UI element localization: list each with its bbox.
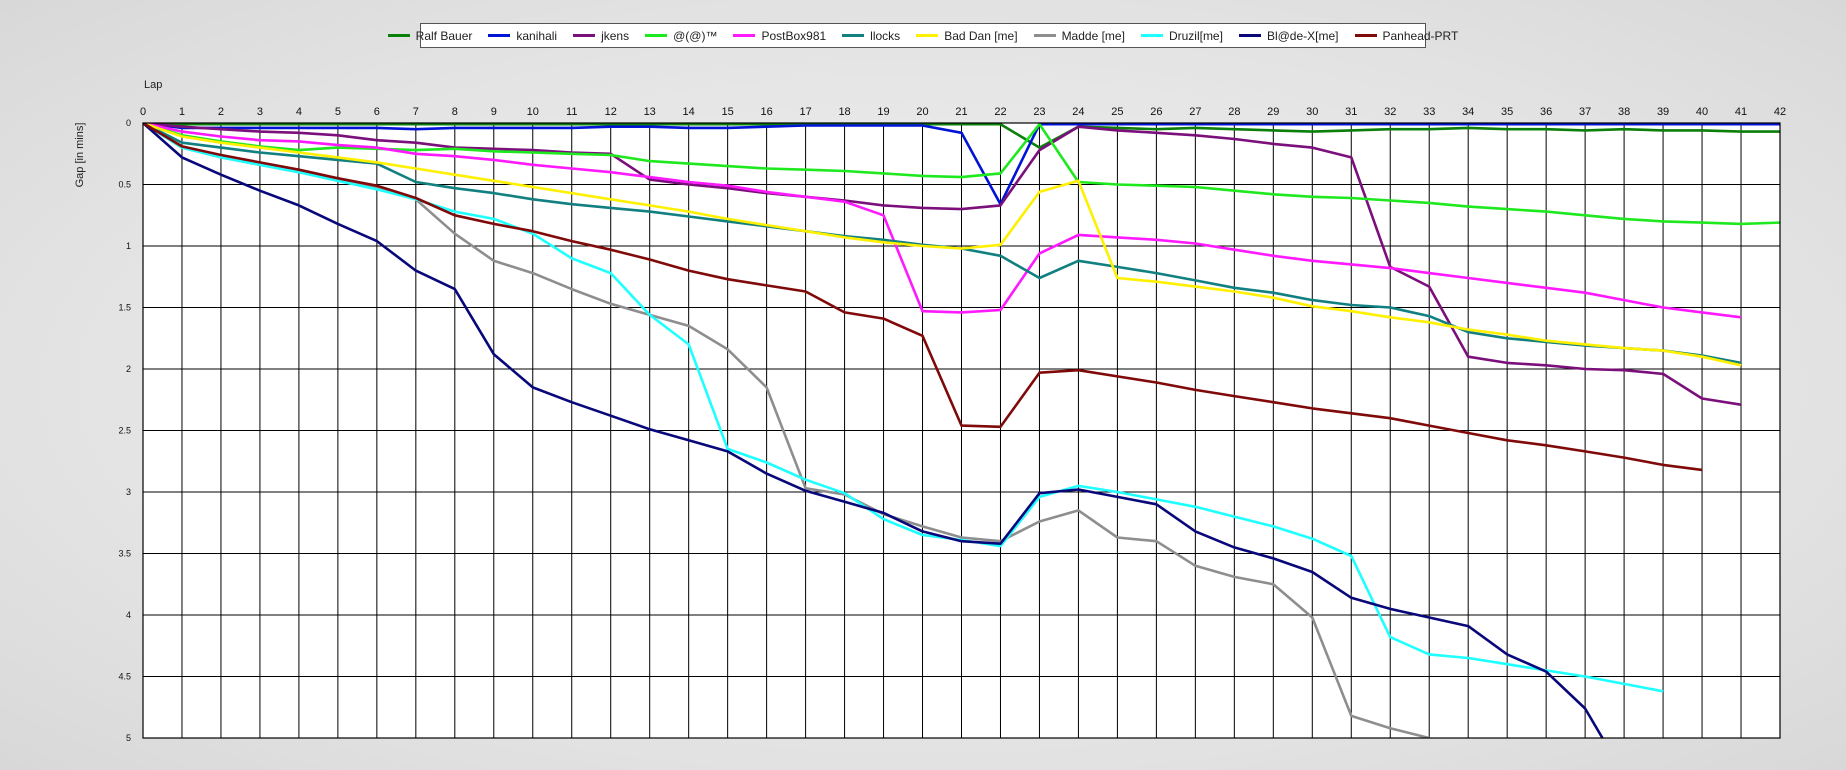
x-tick-label: 41 bbox=[1735, 106, 1747, 118]
y-tick-label: 0.5 bbox=[118, 180, 131, 190]
y-axis-label: Gap [in mins] bbox=[74, 123, 86, 188]
x-tick-label: 22 bbox=[994, 106, 1006, 118]
x-tick-label: 1 bbox=[179, 106, 185, 118]
grid bbox=[142, 122, 1781, 739]
x-tick-label: 15 bbox=[722, 106, 734, 118]
x-tick-label: 30 bbox=[1306, 106, 1318, 118]
x-tick-label: 40 bbox=[1696, 106, 1708, 118]
y-tick-label: 5 bbox=[126, 733, 131, 743]
x-tick-label: 0 bbox=[140, 106, 146, 118]
x-tick-label: 33 bbox=[1423, 106, 1435, 118]
x-tick-label: 34 bbox=[1462, 106, 1474, 118]
x-tick-label: 16 bbox=[760, 106, 772, 118]
x-tick-label: 17 bbox=[799, 106, 811, 118]
x-tick-label: 10 bbox=[527, 106, 539, 118]
x-tick-label: 2 bbox=[218, 106, 224, 118]
x-tick-label: 5 bbox=[335, 106, 341, 118]
x-tick-label: 3 bbox=[257, 106, 263, 118]
x-tick-label: 29 bbox=[1267, 106, 1279, 118]
x-tick-label: 23 bbox=[1033, 106, 1045, 118]
x-tick-label: 8 bbox=[452, 106, 458, 118]
y-tick-label: 4.5 bbox=[118, 672, 131, 682]
x-tick-label: 37 bbox=[1579, 106, 1591, 118]
x-tick-label: 19 bbox=[877, 106, 889, 118]
y-tick-label: 3 bbox=[126, 487, 131, 497]
x-tick-label: 18 bbox=[838, 106, 850, 118]
line-chart: 0 1 2 3 4 5 6 7 8 9 10 11 12 13 14 15 16 17 18 19 20 21 22 23 24… bbox=[74, 79, 1786, 743]
x-tick-label: 25 bbox=[1111, 106, 1123, 118]
x-tick-label: 7 bbox=[413, 106, 419, 118]
x-tick-label: 24 bbox=[1072, 106, 1084, 118]
x-tick-label: 39 bbox=[1657, 106, 1669, 118]
x-tick-label: 11 bbox=[566, 106, 577, 118]
x-tick-label: 32 bbox=[1384, 106, 1396, 118]
x-tick-label: 28 bbox=[1228, 106, 1240, 118]
x-tick-label: 27 bbox=[1189, 106, 1201, 118]
x-tick-label: 35 bbox=[1501, 106, 1513, 118]
x-tick-label: 14 bbox=[683, 106, 695, 118]
x-axis-label: Lap bbox=[144, 79, 162, 91]
x-tick-label: 26 bbox=[1150, 106, 1162, 118]
x-tick-label: 12 bbox=[605, 106, 617, 118]
y-tick-label: 3.5 bbox=[118, 549, 131, 559]
x-tick-label: 4 bbox=[296, 106, 302, 118]
x-tick-label: 38 bbox=[1618, 106, 1630, 118]
x-tick-label: 36 bbox=[1540, 106, 1552, 118]
x-tick-label: 20 bbox=[916, 106, 928, 118]
x-tick-label: 42 bbox=[1774, 106, 1786, 118]
y-tick-label: 1 bbox=[126, 241, 131, 251]
x-tick-label: 31 bbox=[1345, 106, 1357, 118]
y-tick-label: 2 bbox=[126, 364, 131, 374]
y-tick-label: 0 bbox=[126, 118, 131, 128]
x-tick-label: 13 bbox=[644, 106, 656, 118]
x-tick-label: 9 bbox=[491, 106, 497, 118]
y-tick-label: 1.5 bbox=[118, 303, 131, 313]
x-tick-label: 6 bbox=[374, 106, 380, 118]
y-tick-label: 2.5 bbox=[118, 426, 131, 436]
y-tick-label: 4 bbox=[126, 610, 131, 620]
x-tick-label: 21 bbox=[955, 106, 967, 118]
